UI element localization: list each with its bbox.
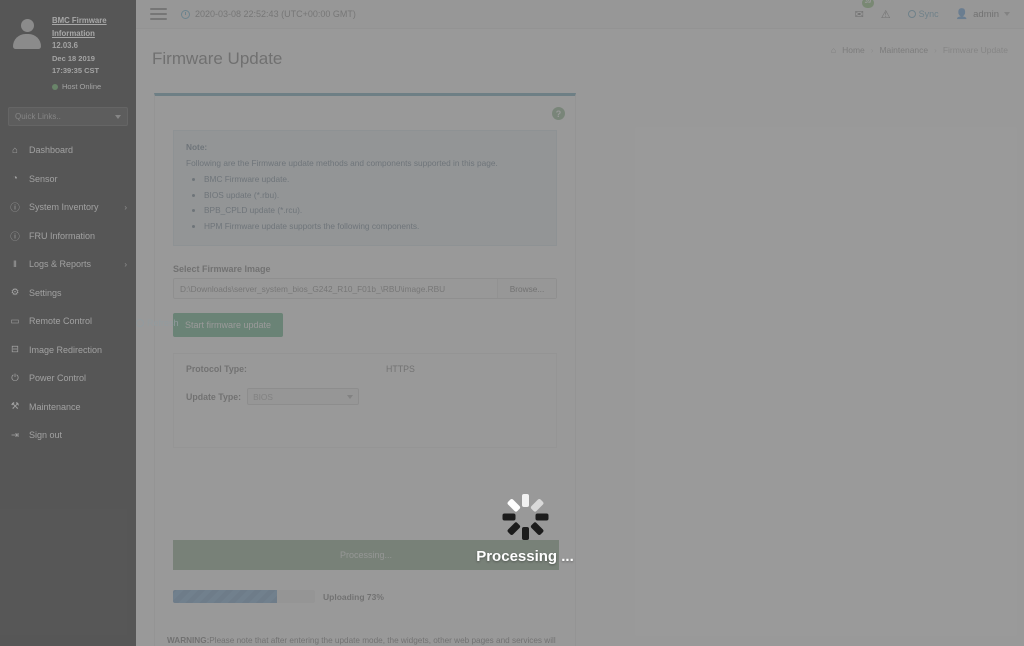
spinner-segment [529,521,544,536]
spinner-segment [521,494,529,507]
spinner-segment [521,527,529,540]
spinner-segment [502,513,515,521]
spinner-segment [529,498,544,513]
processing-overlay: Processing ... [465,494,585,565]
spinner-segment [506,521,521,536]
spinner-segment [506,498,521,513]
loading-spinner-icon [502,494,548,540]
app-root: BMC Firmware Information 12.03.6 Dec 18 … [0,0,1024,646]
processing-overlay-label: Processing ... [476,548,574,565]
spinner-segment [535,513,548,521]
